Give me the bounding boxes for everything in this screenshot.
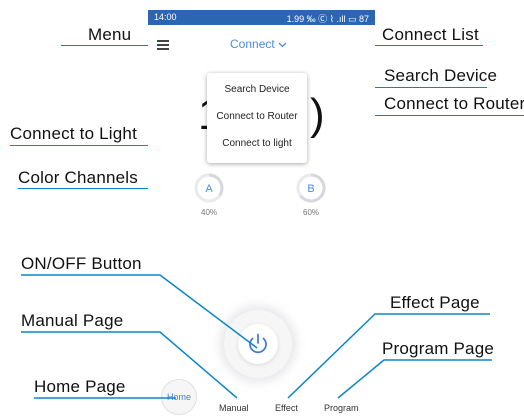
annotation-lines-overlay (21, 274, 492, 399)
annotation-line-manual (21, 331, 238, 399)
annotation-line-on-off (21, 274, 258, 349)
annotation-line-effect (287, 313, 490, 399)
annotation-line-program (337, 359, 492, 399)
